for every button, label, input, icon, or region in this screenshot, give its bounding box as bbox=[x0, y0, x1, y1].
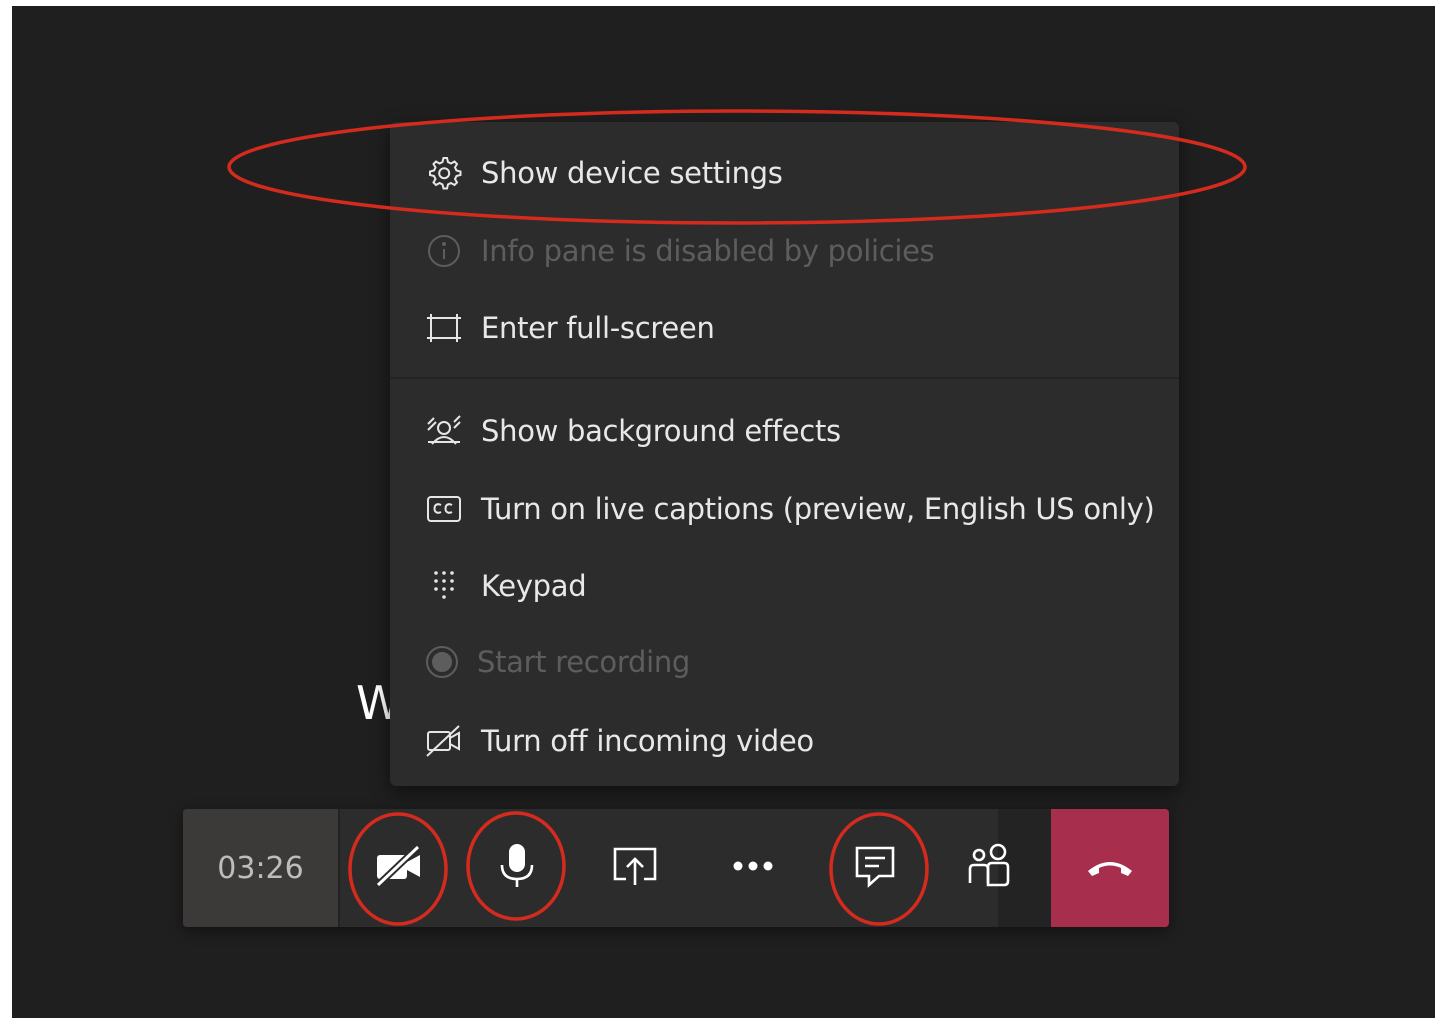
show-conversation-button[interactable] bbox=[816, 809, 934, 927]
keypad-icon bbox=[424, 566, 464, 606]
hang-up-button[interactable] bbox=[1051, 809, 1169, 927]
menu-item-label: Keypad bbox=[481, 569, 587, 603]
camera-off-icon bbox=[372, 839, 426, 897]
microphone-icon bbox=[490, 839, 544, 897]
gear-icon bbox=[424, 153, 464, 193]
share-screen-icon bbox=[608, 839, 662, 897]
call-control-bar: 03:26 bbox=[183, 809, 1169, 927]
menu-item-start-recording: Start recording bbox=[390, 634, 1179, 690]
menu-item-show-device-settings[interactable]: Show device settings bbox=[390, 145, 1179, 201]
menu-item-label: Show device settings bbox=[481, 156, 783, 190]
menu-item-label: Info pane is disabled by policies bbox=[481, 234, 935, 268]
fullscreen-icon bbox=[424, 308, 464, 348]
menu-item-enter-full-screen[interactable]: Enter full-screen bbox=[390, 300, 1179, 356]
show-participants-button[interactable] bbox=[932, 809, 1050, 927]
more-actions-menu: Show device settings Info pane is disabl… bbox=[390, 122, 1179, 786]
share-screen-button[interactable] bbox=[576, 809, 694, 927]
call-timer: 03:26 bbox=[183, 809, 338, 927]
video-off-icon bbox=[424, 721, 464, 761]
menu-item-label: Turn off incoming video bbox=[481, 724, 814, 758]
menu-item-label: Turn on live captions (preview, English … bbox=[481, 492, 1155, 526]
menu-item-label: Show background effects bbox=[481, 414, 841, 448]
record-icon bbox=[424, 642, 464, 682]
menu-item-show-background-effects[interactable]: Show background effects bbox=[390, 403, 1179, 459]
menu-item-label: Enter full-screen bbox=[481, 311, 715, 345]
more-icon bbox=[726, 839, 780, 897]
menu-item-keypad[interactable]: Keypad bbox=[390, 558, 1179, 614]
menu-item-label: Start recording bbox=[477, 645, 691, 679]
hang-up-icon bbox=[1083, 839, 1137, 897]
menu-item-turn-off-incoming-video[interactable]: Turn off incoming video bbox=[390, 713, 1179, 769]
participants-icon bbox=[964, 839, 1018, 897]
more-actions-button[interactable] bbox=[694, 809, 812, 927]
menu-item-live-captions[interactable]: Turn on live captions (preview, English … bbox=[390, 481, 1179, 537]
microphone-toggle-button[interactable] bbox=[458, 809, 576, 927]
background-effects-icon bbox=[424, 411, 464, 451]
menu-item-info-pane: Info pane is disabled by policies bbox=[390, 223, 1179, 279]
info-icon bbox=[424, 231, 464, 271]
chat-icon bbox=[848, 839, 902, 897]
menu-divider bbox=[390, 377, 1179, 379]
camera-toggle-button[interactable] bbox=[340, 809, 458, 927]
closed-captions-icon bbox=[424, 489, 464, 529]
